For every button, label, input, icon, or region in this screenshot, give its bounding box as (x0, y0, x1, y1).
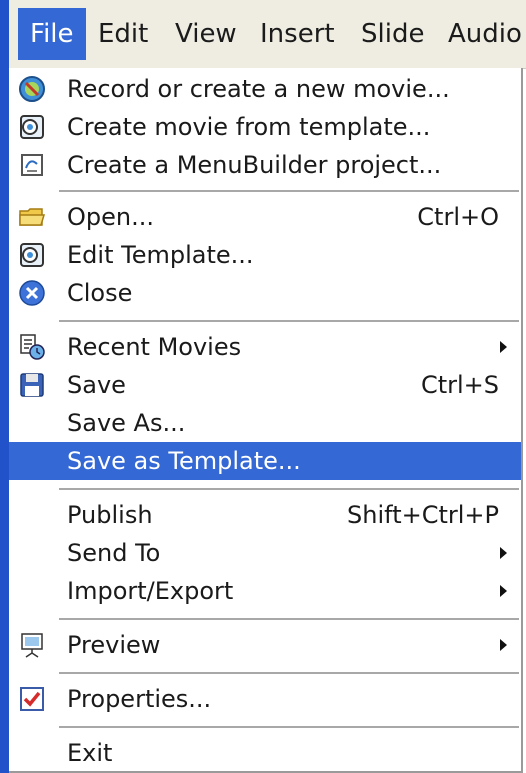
menubuilder-icon (21, 154, 43, 176)
menu-item-close[interactable]: Close (9, 274, 521, 312)
window-left-edge (0, 0, 9, 773)
menu-item-label: Record or create a new movie... (67, 75, 450, 103)
menu-item-shortcut: Ctrl+S (420, 371, 499, 399)
menubar-edit[interactable]: Edit (98, 8, 148, 60)
menu-item-save-as-template[interactable]: Save as Template... (9, 442, 521, 480)
menu-item-shortcut: Ctrl+O (417, 203, 499, 231)
menu-separator (59, 320, 519, 322)
menu-item-edit-template[interactable]: Edit Template... (9, 236, 521, 274)
menu-separator (59, 726, 519, 728)
menu-item-label: Save (67, 371, 126, 399)
menubar-insert[interactable]: Insert (260, 8, 335, 60)
menu-item-label: Open... (67, 203, 154, 231)
menu-item-label: Recent Movies (67, 333, 242, 361)
submenu-arrow-icon (500, 547, 507, 559)
menu-item-send-to[interactable]: Send To (9, 534, 521, 572)
menu-item-menubuilder[interactable]: Create a MenuBuilder project... (9, 146, 521, 184)
folder-icon (19, 208, 46, 226)
menu-item-label: Save as Template... (67, 447, 301, 475)
menu-item-exit[interactable]: Exit (9, 734, 521, 772)
recent-movies-icon (20, 334, 45, 360)
menu-item-create-from-template[interactable]: Create movie from template... (9, 108, 521, 146)
menu-item-label: Publish (67, 501, 153, 529)
menu-separator (59, 618, 519, 620)
menu-item-label: Close (67, 279, 133, 307)
menubar-view[interactable]: View (175, 8, 237, 60)
menu-item-label: Save As... (67, 409, 186, 437)
menu-item-save[interactable]: Save Ctrl+S (9, 366, 521, 404)
record-movie-icon (19, 76, 45, 102)
menu-item-shortcut: Shift+Ctrl+P (347, 501, 499, 529)
file-menu-dropdown: Record or create a new movie... Create m… (9, 68, 523, 773)
menu-item-label: Create movie from template... (67, 113, 431, 141)
template-edit-icon (20, 243, 44, 267)
preview-presentation-icon (21, 633, 43, 658)
menu-bar: File Edit View Insert Slide Audio (9, 0, 526, 69)
menu-item-label: Properties... (67, 685, 212, 713)
close-icon (19, 280, 45, 306)
menu-item-properties[interactable]: Properties... (9, 680, 521, 718)
menu-item-label: Exit (67, 739, 113, 767)
template-movie-icon (20, 115, 44, 139)
menu-item-open[interactable]: Open... Ctrl+O (9, 198, 521, 236)
submenu-arrow-icon (500, 341, 507, 353)
menu-item-preview[interactable]: Preview (9, 626, 521, 664)
menu-item-label: Edit Template... (67, 241, 254, 269)
menu-separator (59, 190, 519, 192)
menubar-file[interactable]: File (18, 8, 86, 60)
menu-item-label: Send To (67, 539, 161, 567)
submenu-arrow-icon (500, 585, 507, 597)
menubar-slide[interactable]: Slide (361, 8, 424, 60)
menu-item-label: Create a MenuBuilder project... (67, 151, 442, 179)
checkbox-checked-icon (20, 687, 44, 711)
menu-item-recent-movies[interactable]: Recent Movies (9, 328, 521, 366)
menubar-audio[interactable]: Audio (448, 8, 522, 60)
menu-separator (59, 488, 519, 490)
menu-item-import-export[interactable]: Import/Export (9, 572, 521, 610)
menu-item-save-as[interactable]: Save As... (9, 404, 521, 442)
menu-item-label: Import/Export (67, 577, 234, 605)
submenu-arrow-icon (500, 639, 507, 651)
menu-item-record-movie[interactable]: Record or create a new movie... (9, 70, 521, 108)
floppy-disk-icon (20, 373, 44, 397)
menu-item-publish[interactable]: Publish Shift+Ctrl+P (9, 496, 521, 534)
menu-item-label: Preview (67, 631, 161, 659)
menu-separator (59, 672, 519, 674)
